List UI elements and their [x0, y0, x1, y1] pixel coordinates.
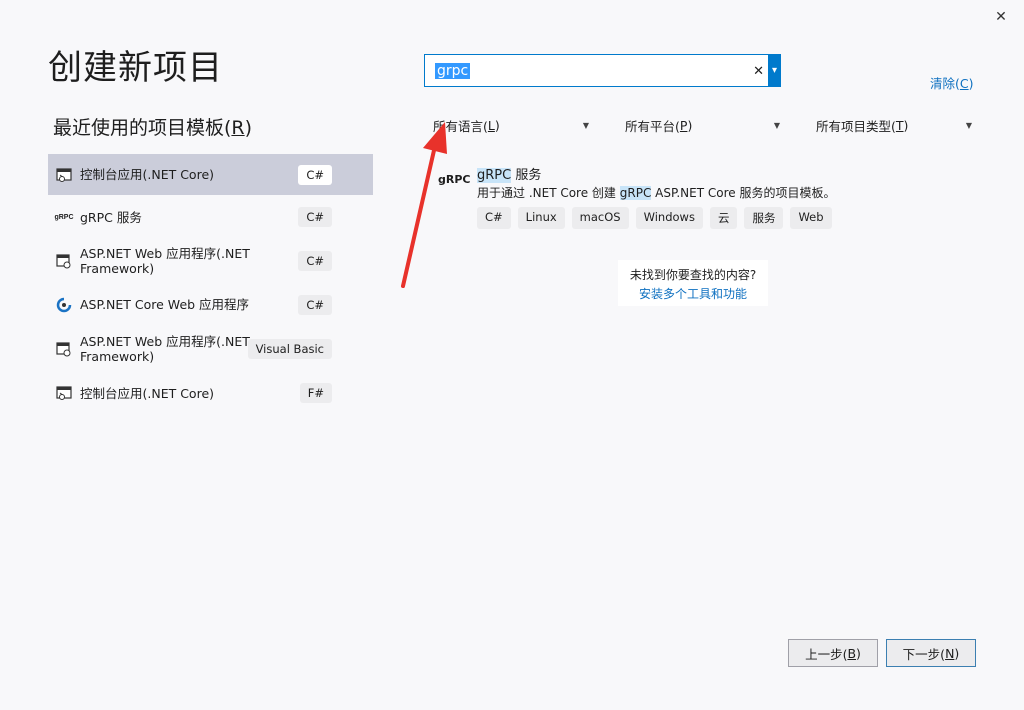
web-app-icon — [56, 341, 72, 357]
desc-text: 用于通过 .NET Core 创建 — [477, 186, 620, 200]
recent-template-item[interactable]: ASP.NET Core Web 应用程序 C# — [48, 282, 373, 327]
filter-close: ) — [494, 117, 500, 133]
template-name: gRPC 服务 — [80, 209, 142, 225]
filter-text: 所有平台( — [625, 118, 680, 134]
tag-badge: 服务 — [744, 207, 784, 229]
tag-badge: 云 — [709, 207, 738, 229]
filter-accesskey: L — [487, 117, 495, 133]
dropdown-arrow-icon: ▼ — [773, 121, 780, 130]
button-text: 上一步( — [805, 646, 848, 662]
not-found-text: 未找到你要查找的内容? — [629, 268, 757, 282]
clear-link-text: 清除( — [930, 76, 960, 91]
language-filter[interactable]: 所有语言(L) ▼ — [433, 116, 589, 134]
language-badge: C# — [298, 294, 332, 315]
clear-search-icon[interactable]: ✕ — [753, 63, 764, 79]
next-button[interactable]: 下一步(N) — [886, 639, 976, 667]
tag-badge: Linux — [517, 207, 565, 229]
result-title-rest: 服务 — [511, 168, 542, 183]
recent-templates-title: 最近使用的项目模板(R) — [53, 113, 252, 140]
filter-accesskey: P — [679, 117, 688, 133]
language-badge: C# — [298, 207, 332, 227]
project-type-filter[interactable]: 所有项目类型(T) ▼ — [816, 116, 972, 134]
recent-template-item[interactable]: gRPC gRPC 服务 C# — [48, 195, 373, 239]
recent-template-item[interactable]: ASP.NET Web 应用程序(.NET Framework) Visual … — [48, 327, 373, 370]
console-icon — [56, 385, 72, 401]
tag-badge: C# — [477, 207, 511, 229]
tag-badge: macOS — [571, 207, 629, 229]
button-close: ) — [954, 645, 960, 661]
install-tools-link[interactable]: 安装多个工具和功能 — [618, 285, 768, 302]
template-name: 控制台应用(.NET Core) — [80, 167, 215, 182]
tag-badge: Windows — [635, 207, 703, 229]
page-title: 创建新项目 — [48, 48, 223, 88]
chevron-down-icon: ▾ — [771, 65, 778, 76]
search-history-dropdown[interactable]: ▾ — [768, 54, 781, 87]
platform-filter[interactable]: 所有平台(P) ▼ — [625, 116, 780, 134]
clear-link-accesskey: C — [959, 76, 969, 91]
tag-badge: Web — [790, 207, 832, 229]
language-badge: C# — [298, 164, 332, 185]
recent-template-item[interactable]: 控制台应用(.NET Core) C# — [48, 154, 373, 195]
template-name: ASP.NET Web 应用程序(.NET Framework) — [80, 333, 250, 364]
recent-templates-list: 控制台应用(.NET Core) C# gRPC gRPC 服务 C# ASP.… — [48, 154, 373, 416]
result-description: 用于通过 .NET Core 创建 gRPC ASP.NET Core 服务的项… — [477, 184, 835, 201]
template-name: ASP.NET Core Web 应用程序 — [80, 297, 250, 312]
aspnet-core-icon — [56, 297, 72, 313]
language-badge: C# — [298, 250, 332, 271]
recent-title-close: ) — [244, 117, 253, 139]
button-accesskey: N — [945, 645, 955, 661]
console-icon — [56, 167, 72, 183]
web-app-icon — [56, 253, 72, 269]
annotation-arrow-icon — [401, 122, 447, 288]
language-badge: F# — [299, 383, 332, 403]
template-name: 控制台应用(.NET Core) — [80, 385, 215, 401]
filter-accesskey: T — [895, 117, 904, 133]
search-highlight: gRPC — [477, 168, 512, 183]
back-button[interactable]: 上一步(B) — [788, 639, 878, 667]
template-name: ASP.NET Web 应用程序(.NET Framework) — [80, 245, 250, 276]
recent-template-item[interactable]: ASP.NET Web 应用程序(.NET Framework) C# — [48, 239, 373, 282]
desc-text: ASP.NET Core 服务的项目模板。 — [651, 186, 836, 200]
clear-link-close: ) — [968, 76, 974, 91]
result-tags: C# Linux macOS Windows 云 服务 Web — [477, 207, 832, 229]
search-highlight: gRPC — [619, 186, 652, 200]
close-icon: ✕ — [995, 7, 1007, 24]
close-button[interactable]: ✕ — [986, 2, 1016, 30]
button-accesskey: B — [847, 645, 857, 661]
recent-title-text: 最近使用的项目模板( — [53, 117, 232, 139]
result-title[interactable]: gRPC 服务 — [477, 164, 541, 183]
search-input[interactable]: grpc ✕ — [424, 54, 769, 87]
dropdown-arrow-icon: ▼ — [582, 121, 589, 130]
dropdown-arrow-icon: ▼ — [965, 121, 972, 130]
clear-filters-link[interactable]: 清除(C) — [930, 73, 974, 92]
filter-text: 所有项目类型( — [816, 118, 896, 134]
filter-close: ) — [903, 117, 909, 133]
search-value: grpc — [435, 63, 471, 79]
button-text: 下一步( — [902, 646, 946, 662]
recent-template-item[interactable]: 控制台应用(.NET Core) F# — [48, 370, 373, 416]
not-found-panel: 未找到你要查找的内容? 安装多个工具和功能 — [618, 260, 768, 306]
recent-title-accesskey: R — [231, 117, 245, 139]
button-close: ) — [856, 645, 861, 661]
filter-close: ) — [687, 117, 693, 133]
grpc-icon: gRPC — [54, 213, 74, 221]
language-badge: Visual Basic — [247, 338, 332, 359]
